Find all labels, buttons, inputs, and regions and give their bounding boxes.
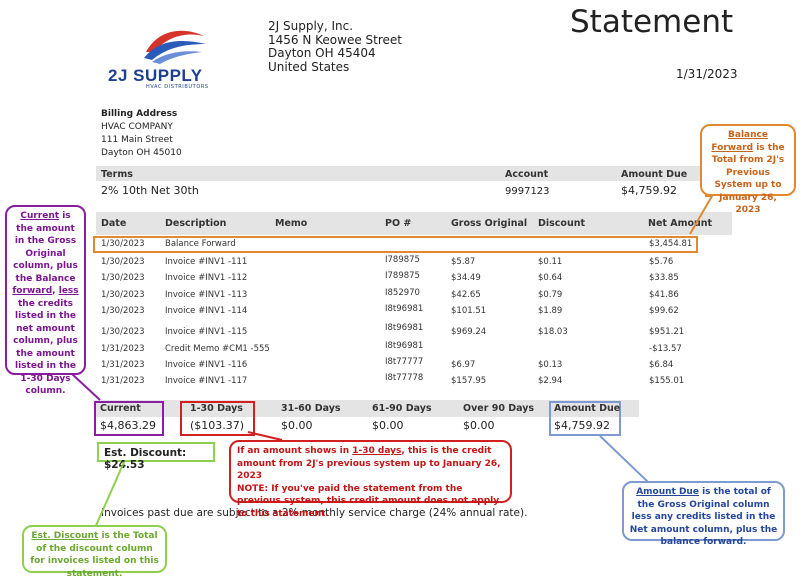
callout-amount-due: Amount Due is the total of the Gross Ori… <box>622 481 785 547</box>
callout-current-text3: the credits listed in the net amount col… <box>13 298 78 397</box>
callout-credit: If an amount shows in 1-30 days, this is… <box>229 440 512 519</box>
callout-current-link1: Current <box>20 211 60 221</box>
callout-current-text1: is the amount in the Gross Original colu… <box>13 211 78 284</box>
callout-amount-due-link: Amount Due <box>636 487 699 497</box>
callout-est-discount: Est. Discount is the Total of the discou… <box>22 525 167 579</box>
callout-credit-link: 1-30 days <box>352 446 402 456</box>
callout-est-discount-link: Est. Discount <box>31 531 99 541</box>
callout-credit-pre: If an amount shows in <box>237 446 353 456</box>
callout-current-link2: forward <box>12 286 53 296</box>
callout-current: Current is the amount in the Gross Origi… <box>5 205 86 396</box>
callout-balance-forward: Balance Forward is the Total from 2J's P… <box>700 124 796 215</box>
callout-current-link3: less <box>58 286 79 296</box>
callout-credit-note: NOTE: If you've paid the statement from … <box>237 483 500 519</box>
